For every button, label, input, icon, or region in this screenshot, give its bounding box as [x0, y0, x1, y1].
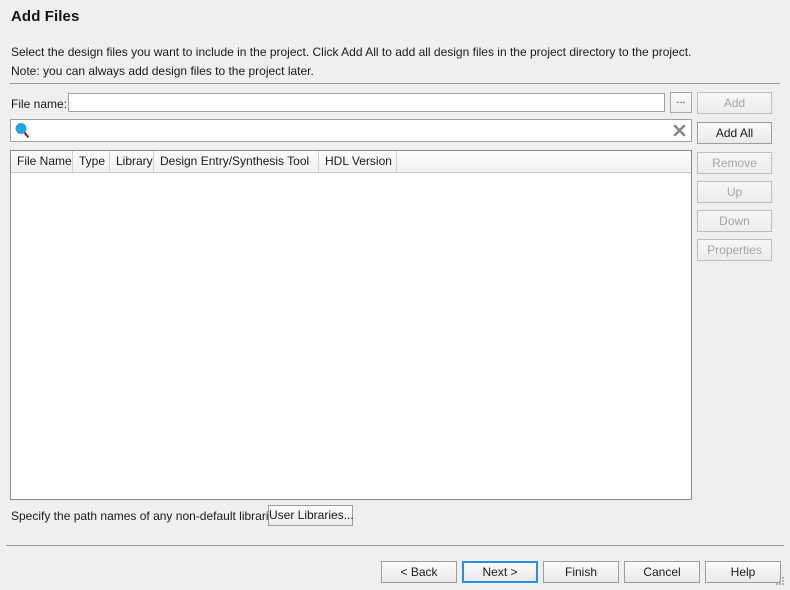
header-separator	[10, 83, 780, 84]
file-name-label: File name:	[11, 97, 68, 111]
side-button-properties: Properties	[697, 239, 772, 261]
ellipsis-icon: ...	[676, 93, 686, 106]
nav-button-cancel[interactable]: Cancel	[624, 561, 700, 583]
nav-button-help[interactable]: Help	[705, 561, 781, 583]
nav-button-back[interactable]: < Back	[381, 561, 457, 583]
dialog-description-line-1: Select the design files you want to incl…	[11, 45, 692, 59]
file-list-table[interactable]: File Name Type Library Design Entry/Synthes…	[10, 150, 692, 500]
column-header-design-entry-synthesis-tool[interactable]: Design Entry/Synthesis Tool	[154, 151, 319, 172]
side-button-remove: Remove	[697, 152, 772, 174]
clear-icon[interactable]	[672, 122, 687, 138]
user-libraries-note: Specify the path names of any non-defaul…	[11, 509, 285, 523]
side-button-add: Add	[697, 92, 772, 114]
table-header-row: File Name Type Library Design Entry/Synthes…	[11, 151, 691, 173]
column-header-hdl-version[interactable]: HDL Version	[319, 151, 397, 172]
side-button-down: Down	[697, 210, 772, 232]
column-header-blank[interactable]	[397, 151, 691, 172]
nav-button-finish[interactable]: Finish	[543, 561, 619, 583]
nav-button-next[interactable]: Next >	[462, 561, 538, 583]
resize-grip-icon[interactable]	[775, 576, 785, 586]
column-header-library[interactable]: Library	[110, 151, 154, 172]
side-button-add-all[interactable]: Add All	[697, 122, 772, 144]
dialog-description-line-2: Note: you can always add design files to…	[11, 64, 314, 78]
page-title: Add Files	[11, 8, 80, 25]
column-header-file-name[interactable]: File Name	[11, 151, 73, 172]
search-icon	[14, 122, 32, 139]
side-button-up: Up	[697, 181, 772, 203]
browse-button[interactable]: ...	[670, 92, 692, 113]
column-header-type[interactable]: Type	[73, 151, 110, 172]
search-input[interactable]	[36, 122, 660, 141]
footer-separator	[6, 545, 784, 546]
file-name-input[interactable]	[68, 93, 665, 112]
table-body[interactable]	[11, 173, 691, 499]
user-libraries-button[interactable]: User Libraries...	[268, 505, 354, 526]
